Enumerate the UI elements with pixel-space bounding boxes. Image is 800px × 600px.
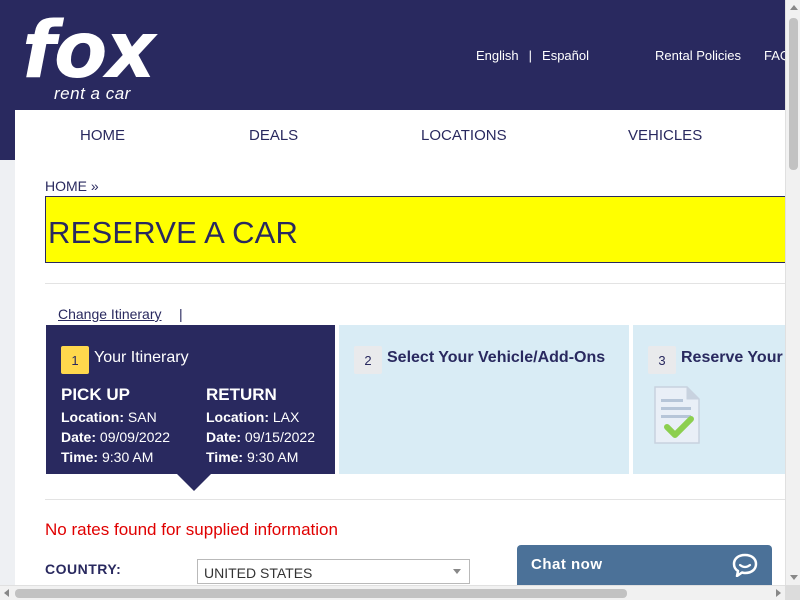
nav-locations[interactable]: LOCATIONS <box>421 127 507 144</box>
step-number-3: 3 <box>648 346 676 374</box>
pickup-time-label: Time: <box>61 449 99 465</box>
step-select-vehicle: 2 Select Your Vehicle/Add-Ons <box>339 325 629 474</box>
language-separator: | <box>528 48 533 63</box>
pickup-details: PICK UP Location: SAN Date: 09/09/2022 T… <box>61 385 170 467</box>
chat-bubble-icon <box>732 553 758 577</box>
change-itinerary-link[interactable]: Change Itinerary <box>58 306 162 322</box>
return-time-row: Time: 9:30 AM <box>206 447 315 467</box>
pickup-date: 09/09/2022 <box>99 429 170 445</box>
chevron-down-icon <box>453 569 461 574</box>
return-time: 9:30 AM <box>246 449 299 465</box>
pickup-date-label: Date: <box>61 429 97 445</box>
country-selected-value: UNITED STATES <box>204 565 313 581</box>
horizontal-scrollbar[interactable] <box>0 585 785 600</box>
step-title-1: Your Itinerary <box>94 349 189 366</box>
error-message: No rates found for supplied information <box>45 520 338 539</box>
breadcrumb: HOME » <box>45 178 99 194</box>
logo-main-text: fox <box>22 6 156 96</box>
pickup-heading: PICK UP <box>61 385 130 404</box>
step-itinerary: 1 Your Itinerary PICK UP Location: SAN D… <box>46 325 335 474</box>
return-date-row: Date: 09/15/2022 <box>206 427 315 447</box>
logo-sub-text: rent a car <box>54 84 131 103</box>
return-date-label: Date: <box>206 429 242 445</box>
divider-top <box>45 283 785 284</box>
breadcrumb-home-link[interactable]: HOME <box>45 178 87 194</box>
nav-home[interactable]: HOME <box>80 127 125 144</box>
pickup-location-row: Location: SAN <box>61 407 170 427</box>
breadcrumb-separator: » <box>90 178 99 194</box>
pickup-time-row: Time: 9:30 AM <box>61 447 170 467</box>
nav-vehicles[interactable]: VEHICLES <box>628 127 702 144</box>
step-title-2: Select Your Vehicle/Add-Ons <box>387 349 606 366</box>
step-number-1: 1 <box>61 346 89 374</box>
return-time-label: Time: <box>206 449 244 465</box>
horizontal-scroll-thumb[interactable] <box>15 589 627 598</box>
vertical-scroll-thumb[interactable] <box>789 18 798 170</box>
pickup-location: SAN <box>127 409 157 425</box>
return-location-row: Location: LAX <box>206 407 315 427</box>
english-link[interactable]: English <box>476 48 519 63</box>
page-title: RESERVE A CAR <box>48 215 299 250</box>
itinerary-pipe: | <box>179 306 183 322</box>
scroll-up-icon[interactable] <box>790 5 798 10</box>
pickup-date-row: Date: 09/09/2022 <box>61 427 170 447</box>
country-label: COUNTRY: <box>45 561 122 577</box>
scrollbar-corner <box>785 585 800 600</box>
fox-logo[interactable]: fox rent a car <box>22 6 170 106</box>
chat-label: Chat now <box>531 556 603 573</box>
step-title-3: Reserve Your Vehicle <box>681 349 785 366</box>
nav-deals[interactable]: DEALS <box>249 127 298 144</box>
pickup-time: 9:30 AM <box>101 449 154 465</box>
pickup-location-label: Location: <box>61 409 124 425</box>
page-title-banner: RESERVE A CAR <box>45 196 785 263</box>
step-number-2: 2 <box>354 346 382 374</box>
scroll-right-icon[interactable] <box>776 589 781 597</box>
step-reserve-vehicle: 3 Reserve Your Vehicle <box>633 325 785 474</box>
main-nav: HOME DEALS LOCATIONS VEHICLES <box>15 110 785 162</box>
country-select[interactable]: UNITED STATES <box>197 559 470 584</box>
espanol-link[interactable]: Español <box>542 48 589 63</box>
scroll-down-icon[interactable] <box>790 575 798 580</box>
rental-policies-link[interactable]: Rental Policies <box>655 48 741 63</box>
return-location: LAX <box>272 409 300 425</box>
active-step-pointer <box>177 474 211 491</box>
return-location-label: Location: <box>206 409 269 425</box>
main-content: HOME » RESERVE A CAR Change Itinerary | … <box>15 162 785 600</box>
vertical-scrollbar[interactable] <box>785 0 800 585</box>
divider-bottom <box>45 499 785 500</box>
chat-widget[interactable]: Chat now <box>517 545 772 585</box>
scroll-left-icon[interactable] <box>4 589 9 597</box>
return-details: RETURN Location: LAX Date: 09/15/2022 Ti… <box>206 385 315 467</box>
return-date: 09/15/2022 <box>244 429 315 445</box>
return-heading: RETURN <box>206 385 277 404</box>
document-check-icon <box>654 386 700 444</box>
language-links: English | Español <box>476 48 589 63</box>
